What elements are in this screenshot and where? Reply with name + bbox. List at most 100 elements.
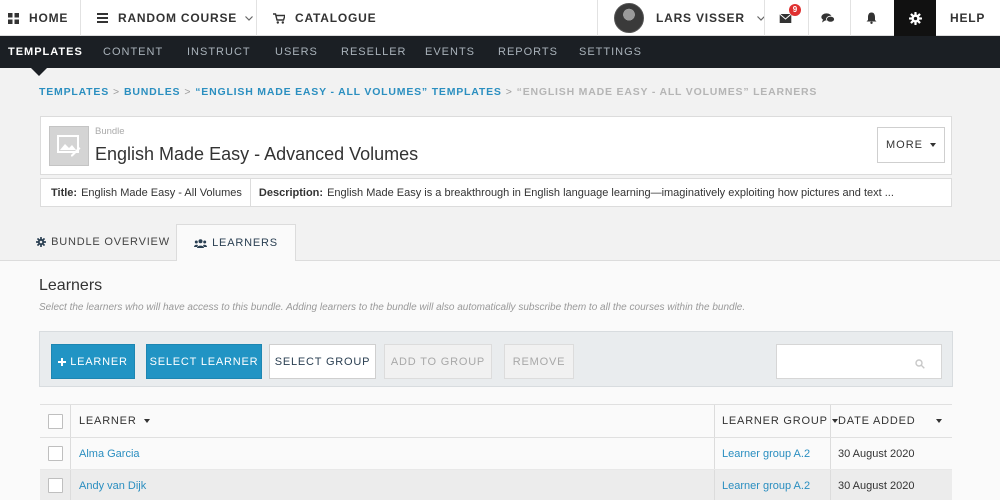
column-header-learner-group[interactable]: LEARNER GROUP (722, 405, 838, 437)
learner-toolbar: LEARNER SELECT LEARNER SELECT GROUP ADD … (39, 331, 953, 387)
bell-icon (866, 12, 877, 24)
breadcrumb: TEMPLATES > BUNDLES > “ENGLISH MADE EASY - A… (39, 86, 817, 98)
more-label: MORE (886, 139, 923, 151)
meta-description-key: Description: (258, 186, 324, 199)
learner-group-link[interactable]: Learner group A.2 (722, 470, 810, 500)
image-edit-icon (57, 135, 81, 157)
avatar (614, 3, 644, 33)
breadcrumb-templates[interactable]: TEMPLATES (39, 86, 109, 98)
section-title: Learners (39, 277, 103, 294)
meta-description-value: English Made Easy is a breakthrough in E… (327, 186, 894, 199)
divider (830, 470, 831, 500)
gear-icon (908, 11, 922, 25)
table-row[interactable]: Andy van Dijk Learner group A.2 30 Augus… (40, 470, 952, 500)
notifications-button[interactable] (866, 0, 877, 36)
divider (830, 405, 831, 437)
divider (70, 405, 71, 437)
tab-label: BUNDLE OVERVIEW (51, 236, 170, 248)
select-all-checkbox[interactable] (48, 413, 63, 429)
learner-name-link[interactable]: Andy van Dijk (79, 470, 146, 500)
breadcrumb-bundle-templates[interactable]: “ENGLISH MADE EASY - ALL VOLUMES” TEMPLA… (195, 86, 501, 98)
nav-item-events[interactable]: EVENTS (425, 36, 475, 68)
active-nav-indicator (31, 68, 47, 76)
course-label: RANDOM COURSE (118, 11, 238, 25)
divider (830, 438, 831, 469)
date-added: 30 August 2020 (838, 479, 915, 492)
date-sort-toggle[interactable] (936, 405, 942, 437)
divider (714, 438, 715, 469)
bundle-thumbnail (49, 126, 89, 166)
search-box (776, 344, 942, 379)
divider (70, 470, 71, 500)
add-learner-button[interactable]: LEARNER (51, 344, 135, 379)
meta-title-key: Title: (51, 186, 78, 199)
divider (714, 470, 715, 500)
meta-title-value: English Made Easy - All Volumes (81, 186, 242, 199)
user-menu[interactable]: LARS VISSER (614, 0, 765, 36)
row-checkbox-cell (48, 470, 63, 500)
course-dropdown[interactable]: RANDOM COURSE (97, 0, 254, 36)
learners-panel: Learners Select the learners who will ha… (0, 260, 1000, 500)
bundle-meta: Title: English Made Easy - All Volumes D… (40, 178, 952, 207)
breadcrumb-separator: > (184, 86, 192, 98)
table-row[interactable]: Alma Garcia Learner group A.2 30 August … (40, 438, 952, 470)
nav-item-settings[interactable]: SETTINGS (579, 36, 642, 68)
nav-item-reports[interactable]: REPORTS (498, 36, 558, 68)
select-group-button[interactable]: SELECT GROUP (269, 344, 376, 379)
page-title: English Made Easy - Advanced Volumes (95, 144, 419, 164)
row-checkbox[interactable] (48, 446, 63, 461)
grid-icon (8, 12, 19, 24)
chevron-down-icon (245, 15, 254, 21)
add-to-group-button[interactable]: ADD TO GROUP (384, 344, 492, 379)
main-nav: TEMPLATES CONTENT INSTRUCT USERS RESELLE… (0, 36, 1000, 68)
section-description: Select the learners who will have access… (39, 302, 746, 313)
learner-name-link[interactable]: Alma Garcia (79, 438, 140, 469)
nav-item-reseller[interactable]: RESELLER (341, 36, 406, 68)
nav-item-instruct[interactable]: INSTRUCT (187, 36, 251, 68)
select-learner-button[interactable]: SELECT LEARNER (146, 344, 262, 379)
column-header-date-added[interactable]: DATE ADDED (838, 405, 915, 437)
more-button[interactable]: MORE (877, 127, 945, 163)
remove-button[interactable]: REMOVE (504, 344, 574, 379)
plus-icon (58, 357, 67, 366)
bundle-type-label: Bundle (95, 126, 125, 137)
select-all-checkbox-cell (48, 405, 63, 437)
divider (764, 0, 765, 36)
search-input[interactable] (777, 345, 907, 378)
divider (249, 179, 251, 206)
tab-label: LEARNERS (212, 237, 278, 249)
divider (850, 0, 851, 36)
catalogue-link[interactable]: CATALOGUE (273, 0, 376, 36)
column-label: LEARNER GROUP (722, 415, 828, 427)
caret-down-icon (930, 143, 936, 147)
cog-icon (36, 237, 47, 247)
divider (256, 0, 257, 36)
divider (714, 405, 715, 437)
chat-button[interactable] (821, 0, 835, 36)
breadcrumb-bundles[interactable]: BUNDLES (124, 86, 180, 98)
column-header-learner[interactable]: LEARNER (79, 405, 150, 437)
tab-bundle-overview[interactable]: BUNDLE OVERVIEW (30, 224, 176, 260)
bundle-header: Bundle English Made Easy - Advanced Volu… (40, 116, 952, 175)
column-label: LEARNER (79, 415, 137, 427)
help-link[interactable]: HELP (950, 0, 985, 36)
nav-item-templates[interactable]: TEMPLATES (8, 36, 83, 68)
message-count-badge: 9 (789, 4, 801, 16)
hamburger-icon (97, 13, 108, 23)
button-label: REMOVE (512, 355, 566, 368)
chat-icon (821, 12, 835, 24)
tab-learners[interactable]: LEARNERS (176, 224, 296, 261)
nav-item-users[interactable]: USERS (275, 36, 318, 68)
button-label: LEARNER (70, 355, 128, 368)
search-icon[interactable] (915, 356, 925, 374)
row-checkbox[interactable] (48, 478, 63, 493)
button-label: SELECT GROUP (274, 355, 371, 368)
home-link[interactable]: HOME (8, 0, 68, 36)
home-label: HOME (29, 11, 69, 25)
caret-down-icon (936, 419, 942, 423)
caret-down-icon (143, 419, 150, 423)
nav-item-content[interactable]: CONTENT (103, 36, 163, 68)
users-icon (194, 238, 208, 248)
settings-button[interactable] (894, 0, 936, 36)
learner-group-link[interactable]: Learner group A.2 (722, 438, 810, 469)
